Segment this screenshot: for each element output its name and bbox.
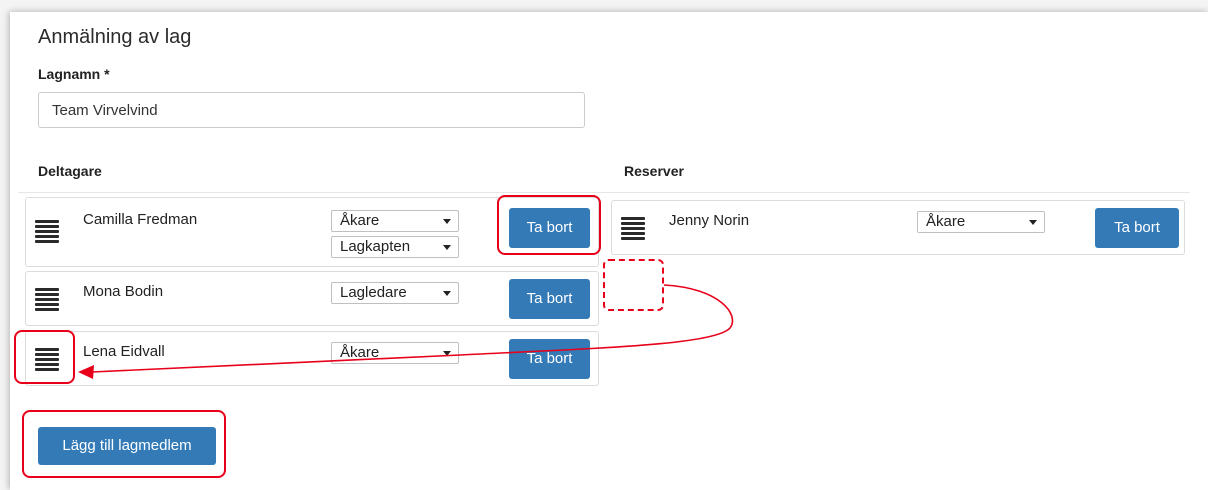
page-title: Anmälning av lag [38, 26, 192, 48]
caret-down-icon [443, 291, 451, 296]
participant-row: Mona Bodin Lagledare Ta bort [25, 271, 599, 326]
role-select[interactable]: Åkare [331, 210, 459, 232]
drag-handle-icon[interactable] [35, 288, 59, 313]
caret-down-icon [443, 219, 451, 224]
captain-select-value: Lagkapten [340, 238, 411, 255]
remove-button[interactable]: Ta bort [1095, 208, 1179, 248]
section-divider [18, 192, 1190, 193]
participant-name: Mona Bodin [83, 283, 164, 300]
role-select[interactable]: Lagledare [331, 282, 459, 304]
drag-handle-icon[interactable] [621, 217, 645, 242]
drag-handle-icon[interactable] [35, 348, 59, 373]
participant-name: Lena Eidvall [83, 343, 165, 360]
reserve-row: Jenny Norin Åkare Ta bort [611, 200, 1185, 255]
participant-row: Lena Eidvall Åkare Ta bort [25, 331, 599, 386]
role-select-value: Åkare [340, 212, 380, 229]
role-select-value: Lagledare [340, 284, 407, 301]
participant-name: Camilla Fredman [83, 211, 198, 228]
role-select-value: Åkare [340, 344, 380, 361]
caret-down-icon [1029, 220, 1037, 225]
drag-handle-icon[interactable] [35, 220, 59, 245]
participants-header: Deltagare [38, 163, 102, 179]
caret-down-icon [443, 351, 451, 356]
add-member-button[interactable]: Lägg till lagmedlem [38, 427, 216, 465]
reserves-header: Reserver [624, 163, 684, 179]
remove-button[interactable]: Ta bort [509, 339, 590, 379]
role-select[interactable]: Åkare [331, 342, 459, 364]
role-select-value: Åkare [926, 213, 966, 230]
reserve-name: Jenny Norin [669, 212, 750, 229]
role-select[interactable]: Åkare [917, 211, 1045, 233]
caret-down-icon [443, 245, 451, 250]
remove-button[interactable]: Ta bort [509, 279, 590, 319]
participant-row: Camilla Fredman Åkare Lagkapten Ta bort [25, 197, 599, 267]
team-name-label: Lagnamn * [38, 66, 110, 82]
team-name-input[interactable] [38, 92, 585, 128]
remove-button[interactable]: Ta bort [509, 208, 590, 248]
captain-select[interactable]: Lagkapten [331, 236, 459, 258]
